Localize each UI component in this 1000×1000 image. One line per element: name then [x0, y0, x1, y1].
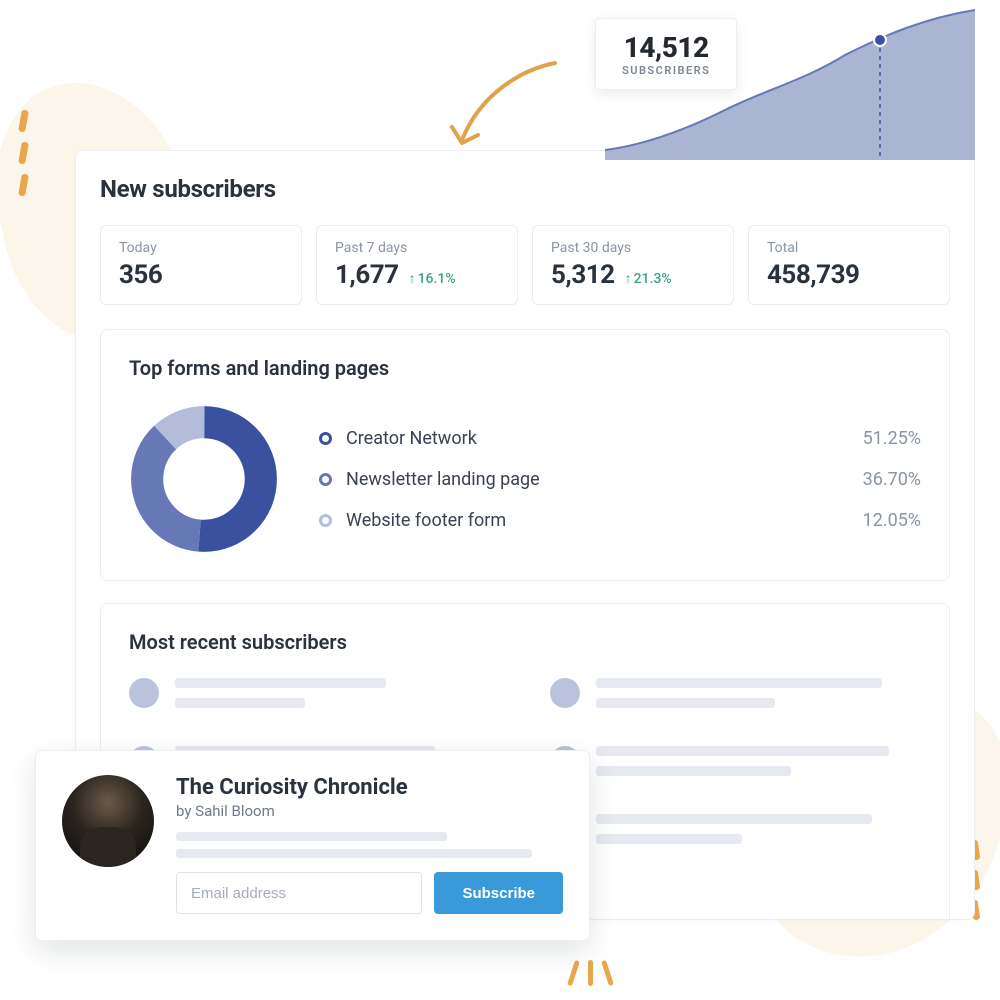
form-name: Newsletter landing page	[346, 469, 540, 490]
section-title: Most recent subscribers	[129, 630, 921, 654]
stat-card-today[interactable]: Today 356	[100, 225, 302, 305]
list-item[interactable]	[550, 678, 921, 718]
decorative-sparkle	[565, 960, 616, 990]
legend-marker-icon	[319, 514, 332, 527]
skeleton-line	[596, 834, 742, 844]
stat-value: 5,312	[551, 260, 615, 290]
form-percent: 36.70%	[863, 469, 921, 490]
signup-card: The Curiosity Chronicle by Sahil Bloom S…	[35, 750, 590, 941]
stat-value: 1,677	[335, 260, 399, 290]
dashboard-title: New subscribers	[100, 175, 950, 203]
email-field[interactable]	[176, 872, 422, 914]
signup-byline: by Sahil Bloom	[176, 802, 563, 820]
subscribers-growth-chart: 14,512 SUBSCRIBERS	[575, 0, 975, 160]
chart-tooltip: 14,512 SUBSCRIBERS	[595, 18, 737, 90]
legend-marker-icon	[319, 432, 332, 445]
form-name: Website footer form	[346, 510, 506, 531]
skeleton-line	[596, 814, 872, 824]
form-row[interactable]: Website footer form 12.05%	[319, 500, 921, 541]
list-item[interactable]	[129, 678, 500, 718]
stat-card-total[interactable]: Total 458,739	[748, 225, 950, 305]
form-percent: 51.25%	[863, 428, 921, 449]
decorative-dashes	[20, 100, 38, 220]
list-item[interactable]	[550, 814, 921, 854]
stat-value: 356	[119, 260, 162, 290]
stat-value: 458,739	[767, 260, 859, 290]
arrow-up-icon: ↑	[625, 270, 632, 287]
stat-card-30days[interactable]: Past 30 days 5,312 ↑21.3%	[532, 225, 734, 305]
tooltip-label: SUBSCRIBERS	[622, 64, 710, 77]
signup-title: The Curiosity Chronicle	[176, 775, 563, 800]
skeleton-line	[596, 746, 889, 756]
stat-delta: ↑16.1%	[409, 270, 456, 287]
list-item[interactable]	[550, 746, 921, 786]
subscribe-button[interactable]: Subscribe	[434, 872, 563, 914]
donut-chart	[129, 404, 279, 554]
arrow-up-icon: ↑	[409, 270, 416, 287]
forms-list: Creator Network 51.25% Newsletter landin…	[319, 418, 921, 541]
form-row[interactable]: Newsletter landing page 36.70%	[319, 459, 921, 500]
form-row[interactable]: Creator Network 51.25%	[319, 418, 921, 459]
skeleton-line	[176, 849, 532, 858]
skeleton-line	[176, 832, 447, 841]
skeleton-line	[175, 678, 386, 688]
skeleton-line	[596, 678, 882, 688]
stats-row: Today 356 Past 7 days 1,677 ↑16.1% Past …	[100, 225, 950, 305]
avatar	[550, 678, 580, 708]
form-percent: 12.05%	[863, 510, 921, 531]
stat-label: Total	[767, 240, 931, 256]
stat-label: Past 30 days	[551, 240, 715, 256]
stat-delta: ↑21.3%	[625, 270, 672, 287]
stat-label: Today	[119, 240, 283, 256]
stat-card-7days[interactable]: Past 7 days 1,677 ↑16.1%	[316, 225, 518, 305]
stat-label: Past 7 days	[335, 240, 499, 256]
tooltip-value: 14,512	[622, 31, 710, 64]
top-forms-section: Top forms and landing pages Creator Netw…	[100, 329, 950, 581]
skeleton-line	[596, 766, 791, 776]
avatar	[62, 775, 154, 867]
form-name: Creator Network	[346, 428, 477, 449]
section-title: Top forms and landing pages	[129, 356, 921, 380]
avatar	[129, 678, 159, 708]
curved-arrow-icon	[440, 55, 570, 165]
skeleton-line	[175, 698, 305, 708]
skeleton-line	[596, 698, 775, 708]
legend-marker-icon	[319, 473, 332, 486]
